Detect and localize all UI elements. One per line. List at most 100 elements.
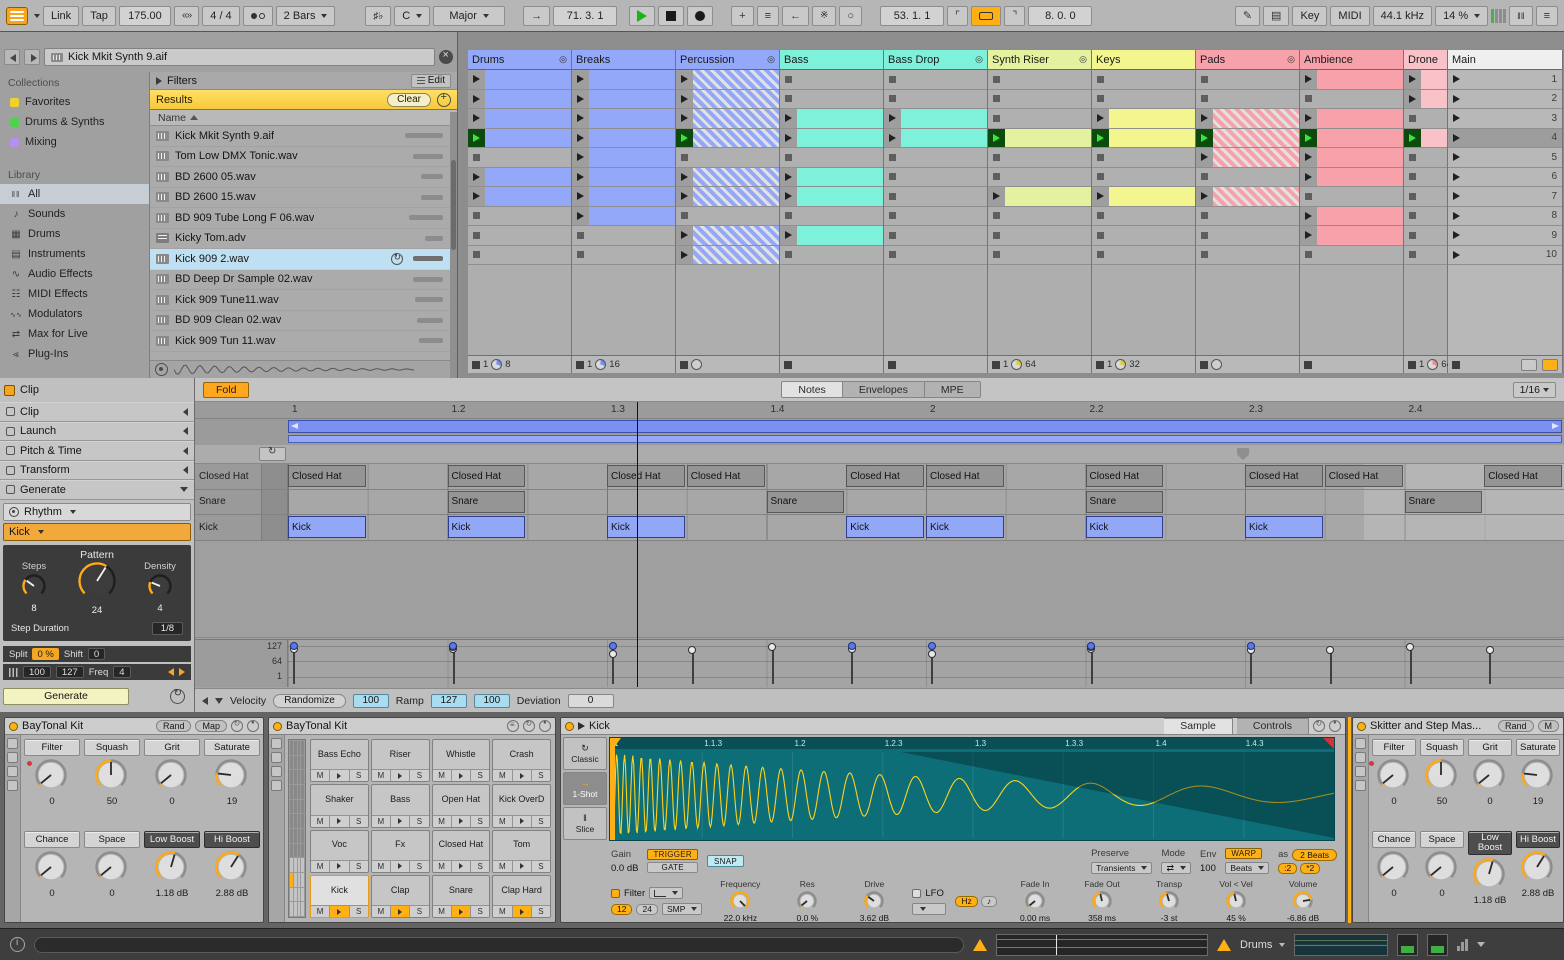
nudge-buttons[interactable] <box>173 5 200 26</box>
scene-7[interactable]: 7 <box>1448 187 1562 207</box>
clip-slot[interactable] <box>1300 206 1403 226</box>
clip-slot[interactable] <box>676 70 779 90</box>
clip-slot[interactable] <box>988 187 1091 207</box>
midi-pattern-display[interactable] <box>996 933 1208 956</box>
drive-knob[interactable]: Drive 3.62 dB <box>845 879 903 922</box>
mode-slice[interactable]: Slice <box>563 807 607 840</box>
file-bd-2600-15-wav[interactable]: BD 2600 15.wav <box>150 188 457 208</box>
file-kick-mkit-synth-9-aif[interactable]: Kick Mkit Synth 9.aif <box>150 126 457 147</box>
clip-slot[interactable] <box>468 206 571 226</box>
knob-dial[interactable] <box>1225 890 1247 912</box>
clip-playing-button[interactable] <box>1404 128 1421 147</box>
stop-all-clips-button[interactable] <box>1452 360 1460 369</box>
bank-cell[interactable] <box>297 829 301 843</box>
bank-cell[interactable] <box>297 814 301 828</box>
track-stop-button[interactable] <box>472 360 480 369</box>
clip-slot[interactable] <box>1404 226 1447 246</box>
clip-play-button[interactable] <box>1092 187 1109 206</box>
clip-slot[interactable] <box>1196 70 1299 90</box>
bank-cell[interactable] <box>293 770 297 784</box>
bank-cell[interactable] <box>290 858 293 872</box>
clip-slot[interactable] <box>1300 128 1403 148</box>
track-footer[interactable]: 1 64 <box>1404 355 1452 373</box>
tab-sample[interactable]: Sample <box>1164 718 1233 735</box>
edit-filters-button[interactable]: Edit <box>410 73 451 88</box>
hot-swap-icon[interactable] <box>391 252 403 265</box>
track-header-keys[interactable]: Keys <box>1092 50 1195 70</box>
deviation-value[interactable]: 0 <box>567 693 614 708</box>
clip-slot[interactable] <box>1196 167 1299 187</box>
clip-slot[interactable] <box>988 128 1091 148</box>
clip-slot[interactable] <box>468 109 571 129</box>
punch-out-button[interactable] <box>1004 5 1026 26</box>
pad-solo-button[interactable]: S <box>349 906 368 917</box>
clip-play-button[interactable] <box>468 167 485 186</box>
save-preset-icon[interactable] <box>247 720 259 732</box>
pad-solo-button[interactable]: S <box>471 860 490 872</box>
file-kick-909-tun-11-wav[interactable]: Kick 909 Tun 11.wav <box>150 331 457 352</box>
clip-playing-button[interactable] <box>468 128 485 147</box>
note-closed-hat[interactable]: Closed Hat <box>607 465 685 487</box>
bank-cell[interactable] <box>290 785 293 799</box>
space-knob[interactable] <box>1424 850 1460 886</box>
track-header-bass-drop[interactable]: Bass Drop ◎ <box>884 50 987 70</box>
chance-knob[interactable] <box>1376 850 1412 886</box>
clip-slot[interactable] <box>1092 109 1195 129</box>
velocity-high-value[interactable]: 127 <box>55 666 84 678</box>
row-grid[interactable]: Closed Hat Closed Hat Closed Hat Closed Hat… <box>288 464 1564 489</box>
clip-slot[interactable] <box>884 245 987 265</box>
bank-cell[interactable] <box>290 741 293 755</box>
row-fold-cell[interactable] <box>262 464 288 489</box>
snap-button[interactable]: SNAP <box>707 855 745 867</box>
clip-slot[interactable] <box>1092 89 1195 109</box>
track-footer[interactable] <box>780 355 883 373</box>
track-header-percussion[interactable]: Percussion ◎ <box>676 50 779 70</box>
clip-play-button[interactable] <box>1092 109 1109 128</box>
env-value[interactable]: 100 <box>1200 863 1216 874</box>
pad-play-button[interactable] <box>330 906 350 917</box>
vol-vel-knob[interactable]: Vol < Vel 45 % <box>1207 879 1265 922</box>
file-bd-deep-dr-sample-02-wav[interactable]: BD Deep Dr Sample 02.wav <box>150 270 457 290</box>
row-label-kick[interactable]: Kick <box>195 515 262 540</box>
knob-dial[interactable] <box>1292 890 1314 912</box>
clip-play-button[interactable] <box>572 70 589 89</box>
scene-launch-icon[interactable] <box>1542 358 1558 371</box>
chance-knob[interactable] <box>34 850 70 886</box>
clip-play-button[interactable] <box>780 128 797 147</box>
clip-slot[interactable] <box>988 226 1091 246</box>
track-stop-button[interactable] <box>680 360 688 369</box>
clip-play-button[interactable] <box>676 89 693 108</box>
macro-name[interactable]: Grit <box>144 739 200 756</box>
pad-riser[interactable]: Riser M S <box>370 739 430 783</box>
add-filter-button[interactable] <box>437 91 451 107</box>
pad-play-button[interactable] <box>512 906 532 917</box>
warp-mode-menu[interactable]: Beats <box>1225 862 1270 874</box>
clip-play-button[interactable] <box>676 70 693 89</box>
scene-1[interactable]: 1 <box>1448 70 1562 90</box>
frequency-knob[interactable]: Frequency 22.0 kHz <box>711 879 769 922</box>
hot-swap-icon[interactable] <box>231 719 243 732</box>
clip-slot[interactable] <box>572 206 675 226</box>
track-header-drums[interactable]: Drums ◎ <box>468 50 571 70</box>
clip-slot[interactable] <box>676 167 779 187</box>
pad-mute-button[interactable]: M <box>311 906 331 917</box>
follow-button[interactable] <box>523 5 551 26</box>
clip-slot[interactable] <box>1300 187 1403 207</box>
knob-dial[interactable] <box>729 890 751 912</box>
device-title[interactable]: BayTonal Kit <box>286 720 347 732</box>
clip-slot[interactable] <box>676 148 779 168</box>
clip-slot[interactable] <box>1404 70 1447 90</box>
clip-slot[interactable] <box>1404 89 1447 109</box>
map-button[interactable]: Map <box>195 720 227 732</box>
clip-slot[interactable] <box>1092 245 1195 265</box>
pad-mute-button[interactable]: M <box>432 906 452 917</box>
velocity-marker[interactable] <box>449 642 457 650</box>
sidebar-item-sounds[interactable]: Sounds <box>0 204 149 224</box>
clip-playing-button[interactable] <box>676 128 693 147</box>
lfo-hz-button[interactable]: Hz <box>955 895 978 907</box>
file-tom-low-dmx-tonic-wav[interactable]: Tom Low DMX Tonic.wav <box>150 147 457 167</box>
clip-play-button[interactable] <box>676 226 693 245</box>
clip-play-button[interactable] <box>1196 109 1213 128</box>
regenerate-icon[interactable] <box>170 688 185 704</box>
pad-mute-button[interactable]: M <box>311 815 331 827</box>
